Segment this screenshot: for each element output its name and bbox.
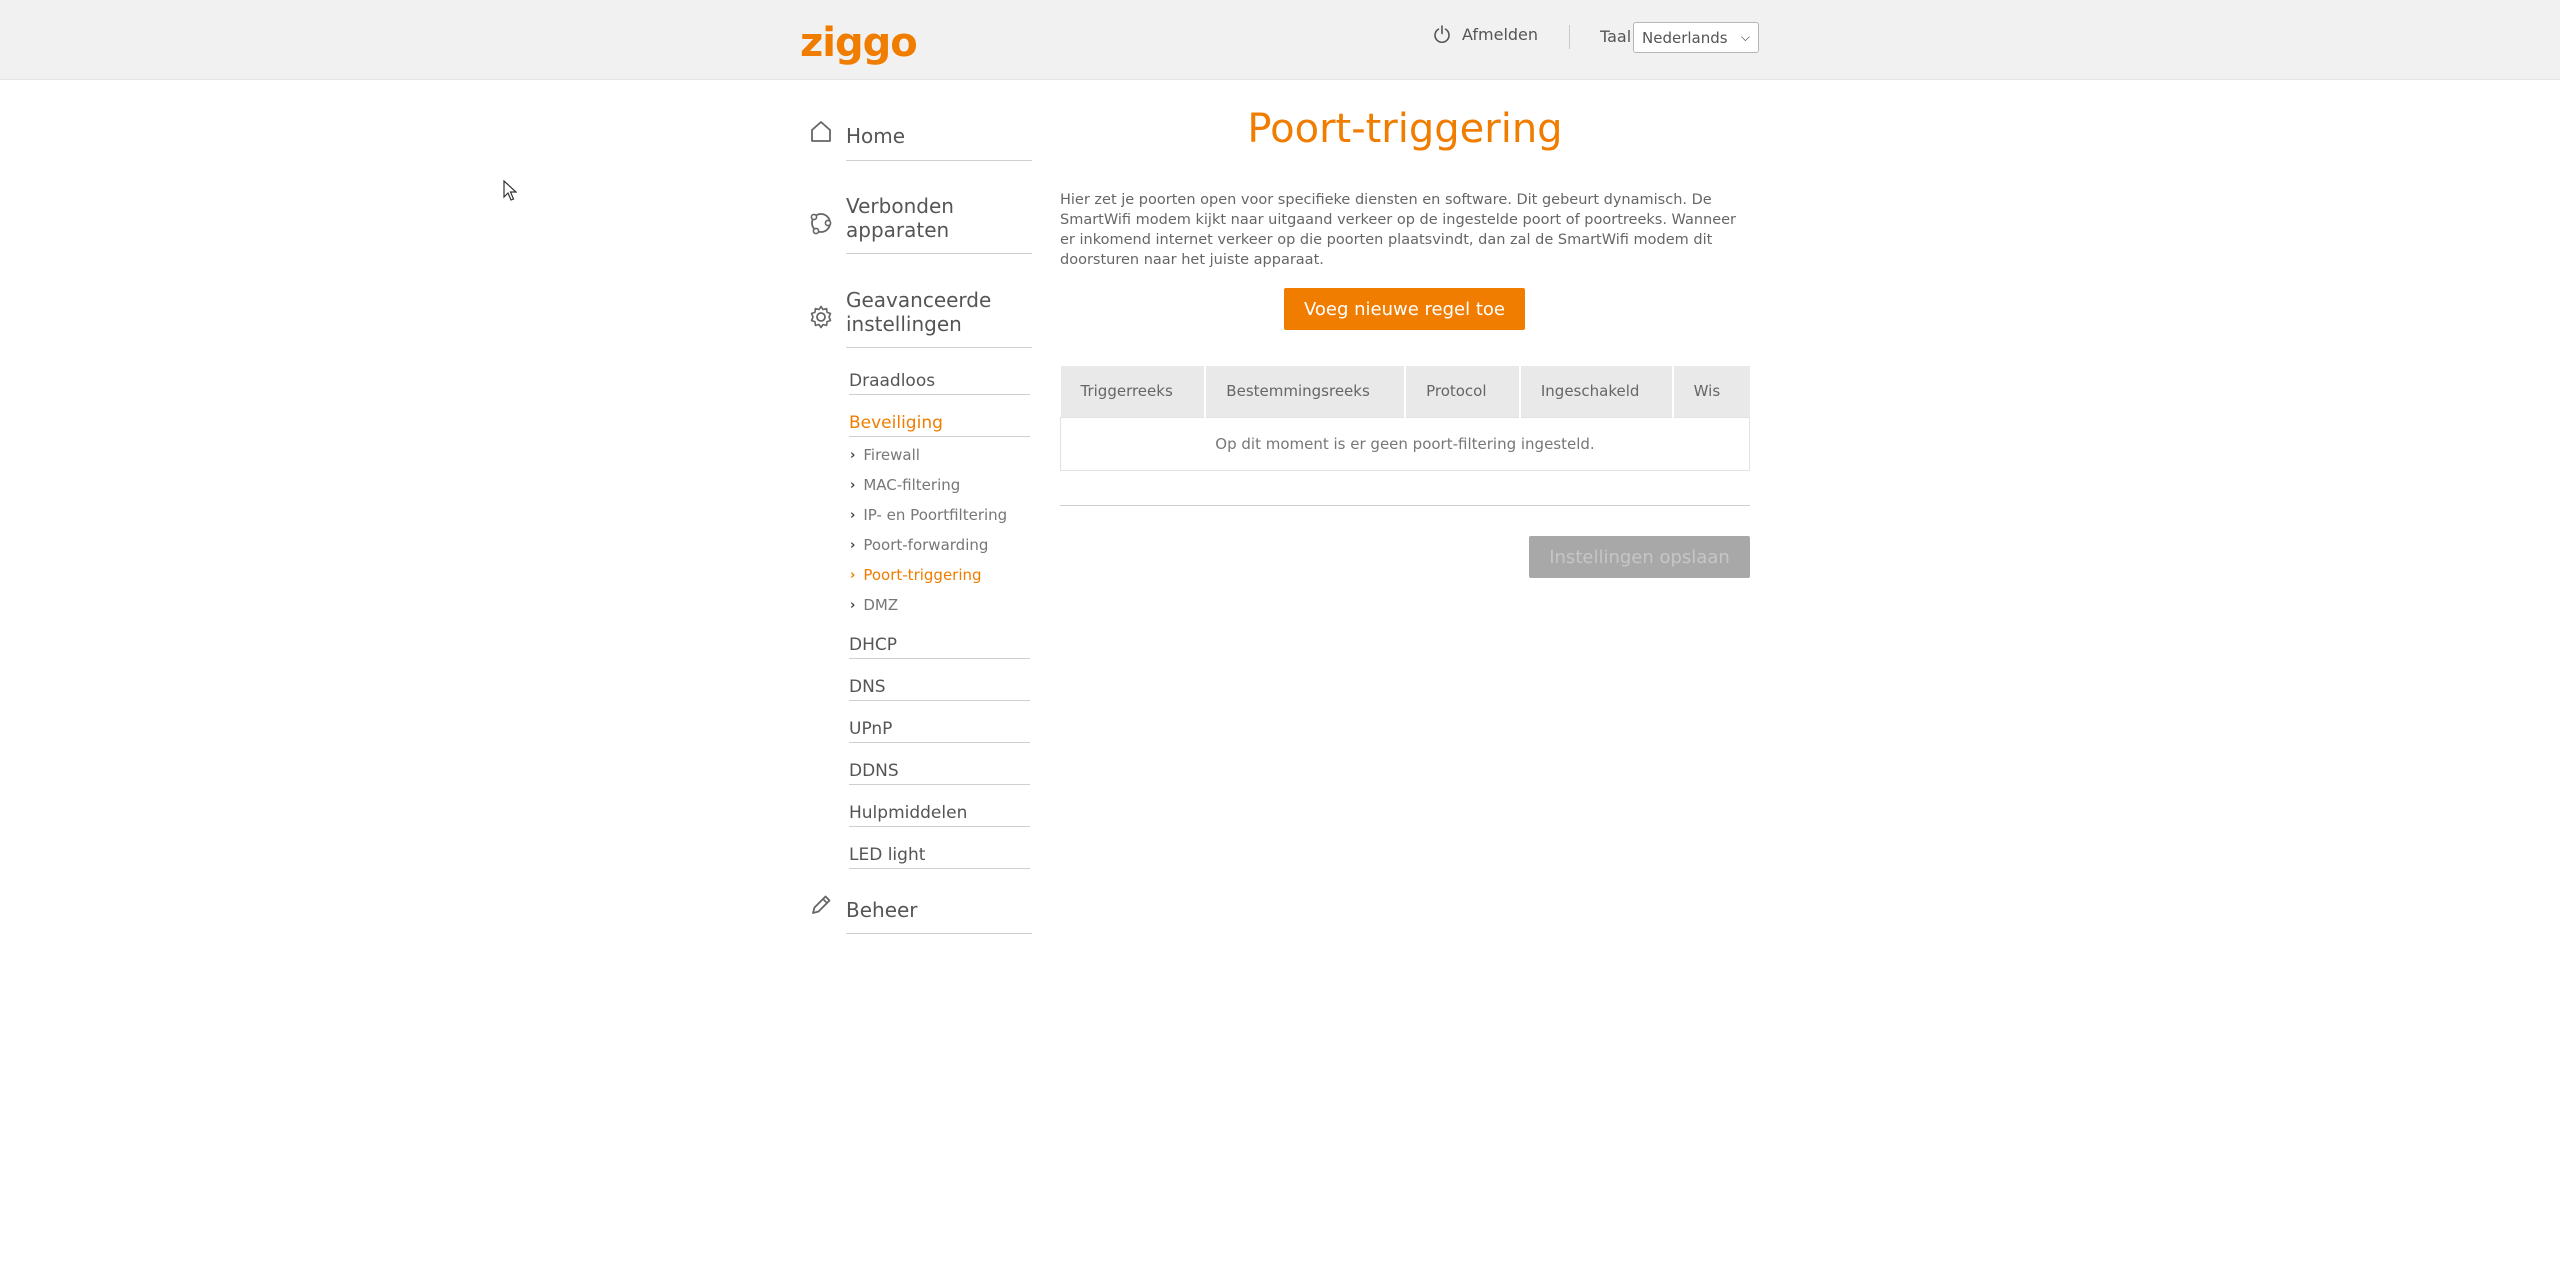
nav-connected-devices-label: Verbonden apparaten — [846, 194, 954, 242]
empty-table-message: Op dit moment is er geen poort-filtering… — [1060, 416, 1750, 471]
save-settings-button[interactable]: Instellingen opslaan — [1529, 536, 1750, 578]
nav-divider — [846, 253, 1032, 254]
security-item-label: DMZ — [863, 596, 899, 614]
subnav-label: LED light — [849, 845, 926, 865]
security-item-ip-port-filtering[interactable]: › IP- en Poortfiltering — [850, 506, 1007, 524]
subnav-label: DHCP — [849, 635, 897, 655]
devices-icon — [810, 213, 832, 235]
header-separator — [1569, 25, 1570, 49]
subnav-divider — [849, 436, 1030, 437]
security-item-label: Poort-forwarding — [863, 536, 989, 554]
chevron-right-icon: › — [850, 507, 856, 523]
pencil-icon — [812, 895, 831, 914]
gear-icon — [810, 305, 832, 329]
language-label: Taal — [1600, 27, 1632, 46]
subnav-upnp[interactable]: UPnP — [849, 719, 1030, 743]
subnav-label: Draadloos — [849, 371, 936, 391]
subnav-label: Beveiliging — [849, 413, 943, 433]
mouse-cursor-icon — [503, 180, 517, 201]
power-icon — [1434, 25, 1450, 43]
subnav-divider — [849, 394, 1030, 395]
triggering-rules-table: Triggerreeks Bestemmingsreeks Protocol I… — [1060, 366, 1750, 471]
subnav-label: DDNS — [849, 761, 899, 781]
security-item-label: MAC-filtering — [863, 476, 961, 494]
top-bar: ziggo Afmelden Taal Nederlands ⌵ — [0, 0, 2560, 80]
nav-divider — [846, 160, 1032, 161]
subnav-divider — [849, 742, 1030, 743]
security-item-firewall[interactable]: › Firewall — [850, 446, 920, 464]
security-item-label: Firewall — [863, 446, 920, 464]
content-divider — [1060, 505, 1750, 506]
logout-label: Afmelden — [1462, 24, 1539, 44]
security-item-label: Poort-triggering — [863, 566, 982, 584]
chevron-right-icon: › — [850, 537, 856, 553]
column-header-delete: Wis — [1672, 366, 1750, 417]
column-header-trigger-range: Triggerreeks — [1060, 366, 1207, 417]
subnav-dns[interactable]: DNS — [849, 677, 1030, 701]
subnav-hulpmiddelen[interactable]: Hulpmiddelen — [849, 803, 1030, 827]
security-item-mac-filtering[interactable]: › MAC-filtering — [850, 476, 960, 494]
chevron-right-icon: › — [850, 477, 856, 493]
language-select[interactable]: Nederlands ⌵ — [1633, 22, 1759, 53]
subnav-divider — [849, 784, 1030, 785]
subnav-beveiliging[interactable]: Beveiliging — [849, 413, 1030, 437]
chevron-right-icon: › — [850, 447, 856, 463]
subnav-label: UPnP — [849, 719, 893, 739]
column-header-enabled: Ingeschakeld — [1519, 366, 1674, 417]
chevron-right-icon: › — [850, 597, 856, 613]
nav-advanced-settings-label: Geavanceerde instellingen — [846, 288, 992, 336]
subnav-ddns[interactable]: DDNS — [849, 761, 1030, 785]
subnav-led-light[interactable]: LED light — [849, 845, 1030, 869]
chevron-down-icon: ⌵ — [1740, 30, 1750, 44]
subnav-divider — [849, 658, 1030, 659]
security-item-label: IP- en Poortfiltering — [863, 506, 1008, 524]
column-header-protocol: Protocol — [1405, 366, 1521, 417]
chevron-right-icon: › — [850, 567, 856, 583]
security-item-port-forwarding[interactable]: › Poort-forwarding — [850, 536, 988, 554]
nav-home-label: Home — [846, 124, 906, 148]
intro-text: Hier zet je poorten open voor specifieke… — [1060, 192, 1737, 268]
add-rule-button[interactable]: Voeg nieuwe regel toe — [1284, 288, 1525, 330]
subnav-dhcp[interactable]: DHCP — [849, 635, 1030, 659]
column-header-destination-range: Bestemmingsreeks — [1205, 366, 1407, 417]
subnav-draadloos[interactable]: Draadloos — [849, 371, 1030, 395]
subnav-divider — [849, 700, 1030, 701]
security-item-dmz[interactable]: › DMZ — [850, 596, 898, 614]
subnav-label: DNS — [849, 677, 886, 697]
language-select-value: Nederlands — [1642, 28, 1728, 47]
subnav-divider — [849, 826, 1030, 827]
subnav-divider — [849, 868, 1030, 869]
page-title: Poort-triggering — [1247, 106, 1563, 152]
ziggo-logo[interactable]: ziggo — [800, 20, 918, 66]
security-item-port-triggering[interactable]: › Poort-triggering — [850, 566, 982, 584]
table-header-row: Triggerreeks Bestemmingsreeks Protocol I… — [1060, 366, 1750, 417]
logout-link[interactable]: Afmelden — [1432, 24, 1538, 44]
nav-management-label: Beheer — [846, 898, 918, 922]
nav-divider — [846, 933, 1032, 934]
subnav-label: Hulpmiddelen — [849, 803, 968, 823]
table-row: Op dit moment is er geen poort-filtering… — [1060, 416, 1750, 471]
nav-divider — [846, 347, 1032, 348]
home-icon — [811, 121, 831, 142]
